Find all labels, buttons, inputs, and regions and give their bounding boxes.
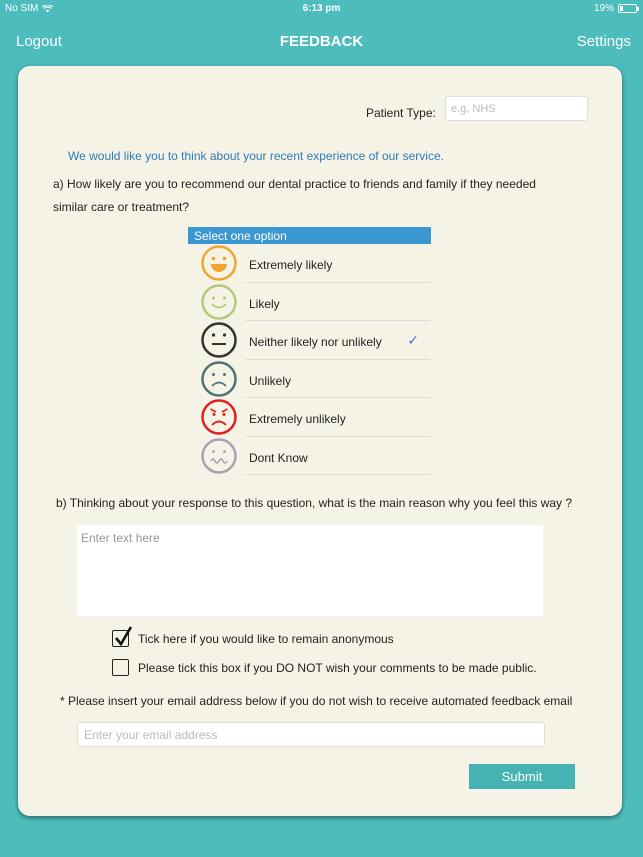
confused-face-icon (201, 437, 237, 474)
happy-face-icon (201, 283, 237, 320)
email-note: * Please insert your email address below… (60, 694, 573, 708)
not-public-label: Please tick this box if you DO NOT wish … (138, 660, 537, 675)
not-public-checkbox-row[interactable]: Please tick this box if you DO NOT wish … (112, 659, 537, 676)
sad-face-icon (201, 360, 237, 397)
anonymous-label: Tick here if you would like to remain an… (138, 631, 394, 646)
status-bar: No SIM 6:13 pm 19% (0, 0, 643, 18)
tick-icon (115, 626, 133, 647)
settings-button[interactable]: Settings (577, 33, 631, 50)
patient-type-label: Patient Type: (366, 106, 436, 120)
question-b: b) Thinking about your response to this … (56, 496, 573, 510)
option-neither[interactable]: Neither likely nor unlikely ✓ (188, 321, 431, 360)
option-label: Extremely unlikely (249, 412, 346, 426)
page-title: FEEDBACK (279, 33, 364, 50)
option-dont-know[interactable]: Dont Know (188, 437, 431, 475)
patient-type-input[interactable]: e.g, NHS (445, 96, 588, 121)
intro-text: We would like you to think about your re… (68, 149, 444, 163)
checkmark-icon: ✓ (407, 332, 419, 348)
reason-textarea[interactable]: Enter text here (77, 525, 543, 616)
very-happy-face-icon (201, 245, 237, 281)
battery-percent: 19% (593, 3, 614, 14)
option-label: Neither likely nor unlikely (249, 335, 382, 349)
feedback-card: Patient Type: e.g, NHS We would like you… (18, 66, 622, 816)
status-time: 6:13 pm (302, 3, 341, 14)
battery-icon (618, 4, 639, 13)
options-list: Extremely likely Likely Neither likely n… (188, 244, 431, 475)
submit-button[interactable]: Submit (469, 764, 575, 789)
option-likely[interactable]: Likely (188, 283, 431, 321)
question-a: a) How likely are you to recommend our d… (53, 177, 536, 214)
anonymous-checkbox[interactable] (112, 626, 133, 647)
option-label: Likely (249, 296, 280, 311)
nav-bar: Logout FEEDBACK Settings (0, 18, 643, 60)
option-unlikely[interactable]: Unlikely (188, 360, 431, 398)
anonymous-checkbox-row[interactable]: Tick here if you would like to remain an… (112, 626, 394, 647)
options-header: Select one option (188, 227, 431, 244)
option-extremely-likely[interactable]: Extremely likely (188, 244, 431, 283)
angry-face-icon (201, 399, 237, 435)
option-label: Unlikely (249, 373, 292, 388)
option-label: Dont Know (249, 450, 308, 465)
option-extremely-unlikely[interactable]: Extremely unlikely (188, 398, 431, 437)
neutral-face-icon (201, 322, 237, 358)
email-input[interactable]: Enter your email address (77, 722, 545, 747)
option-label: Extremely likely (249, 258, 333, 272)
not-public-checkbox[interactable] (112, 659, 129, 676)
